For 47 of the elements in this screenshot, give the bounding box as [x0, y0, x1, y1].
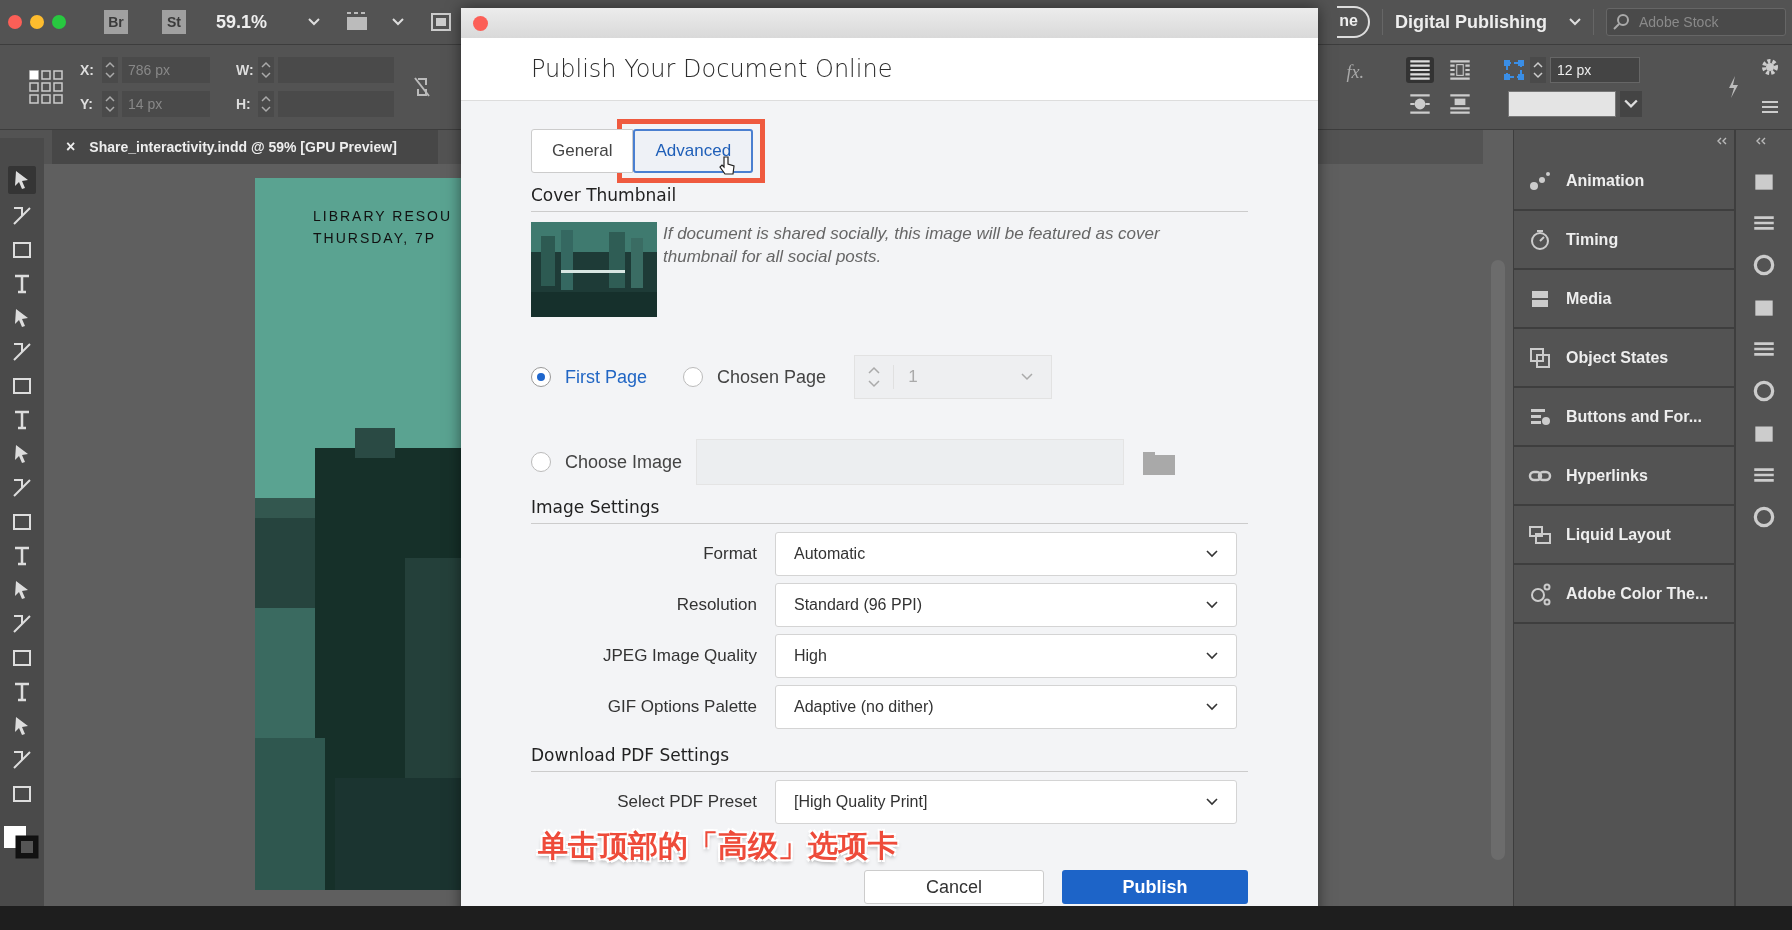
section-heading: Cover Thumbnail [531, 185, 1248, 212]
field-label: JPEG Image Quality [602, 646, 757, 666]
y-label: Y: [80, 96, 94, 112]
tab[interactable]: General [531, 129, 634, 173]
video-caption: 单击顶部的「高级」选项卡 [538, 827, 898, 865]
dropdown[interactable]: [High Quality Print] [775, 780, 1237, 824]
radio-label[interactable]: First Page [565, 366, 648, 388]
thumbnail-description: If document is shared socially, this image will be featured as cover thumbnail for all social posts. [663, 223, 1161, 268]
publish-online-button[interactable]: ne [1337, 6, 1370, 38]
stroke-weight-field[interactable]: 12 px [1550, 57, 1640, 83]
page-text: THURSDAY, 7P [313, 230, 438, 246]
panel-tab[interactable]: Buttons and For... [1514, 388, 1734, 447]
panel-tab[interactable]: Animation [1514, 152, 1734, 211]
tab[interactable]: Advanced [633, 129, 754, 173]
panel-tab[interactable]: Adobe Color The... [1514, 565, 1734, 624]
radio-label[interactable]: Chosen Page [717, 366, 827, 388]
dropdown[interactable]: Automatic [775, 532, 1237, 576]
dropdown[interactable]: Adaptive (no dither) [775, 685, 1237, 729]
dropdown[interactable]: Standard (96 PPI) [775, 583, 1237, 627]
field-label: Resolution [675, 595, 757, 615]
section-heading: Download PDF Settings [531, 745, 1248, 772]
search-field[interactable]: Adobe Stock [1606, 8, 1786, 36]
panel-tab[interactable]: Object States [1514, 329, 1734, 388]
field-label: Select PDF Preset [616, 792, 757, 812]
field-label: Format [702, 544, 757, 564]
w-label: W: [236, 62, 254, 78]
panel-tab[interactable]: Media [1514, 270, 1734, 329]
document-tab[interactable]: × Share_interactivity.indd @ 59% [GPU Preview] [52, 130, 438, 164]
section-heading: Image Settings [531, 497, 1248, 524]
radio-label[interactable]: Choose Image [565, 451, 683, 473]
bridge-button[interactable]: Br [104, 10, 128, 34]
document-title: Share_interactivity.indd @ 59% [GPU Preview] [89, 139, 397, 155]
stock-button[interactable]: St [162, 10, 186, 34]
publish-button[interactable]: Publish [1062, 870, 1248, 904]
dropdown[interactable]: High [775, 634, 1237, 678]
field-label: GIF Options Palette [606, 697, 757, 717]
h-label: H: [236, 96, 252, 112]
dialog-title: Publish Your Document Online [531, 55, 893, 83]
page-text: LIBRARY RESOU [313, 208, 453, 224]
panel-tab[interactable]: Liquid Layout [1514, 506, 1734, 565]
panel-tab[interactable]: Hyperlinks [1514, 447, 1734, 506]
x-label: X: [80, 62, 95, 78]
cancel-button[interactable]: Cancel [864, 870, 1044, 904]
close-tab-icon[interactable]: × [66, 138, 76, 156]
zoom-level[interactable]: 59.1% [216, 11, 286, 33]
workspace-switcher[interactable]: Digital Publishing [1395, 11, 1547, 33]
panel-tab[interactable]: Timing [1514, 211, 1734, 270]
